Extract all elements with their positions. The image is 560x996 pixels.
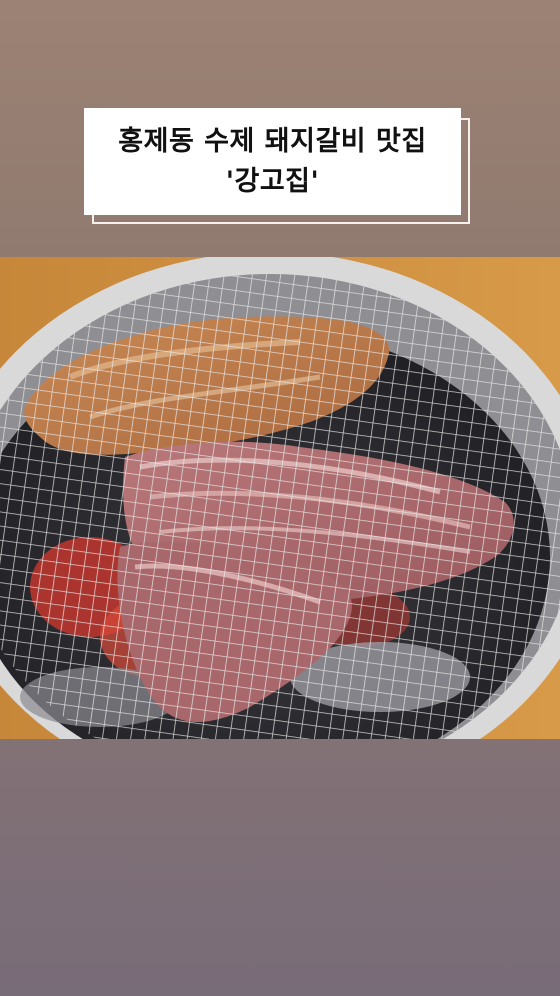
caption-line-2: '강고집' (225, 165, 320, 197)
grilled-meat-photo (0, 257, 560, 739)
caption-box: 홍제동 수제 돼지갈비 맛집 '강고집' (84, 108, 461, 215)
caption-line-1: 홍제동 수제 돼지갈비 맛집 (118, 125, 427, 157)
